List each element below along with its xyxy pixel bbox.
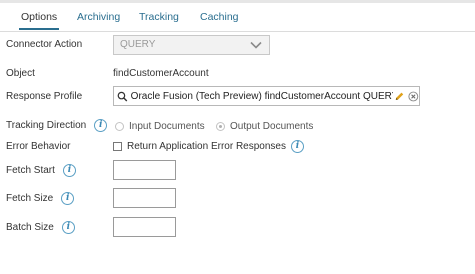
connector-action-label: Connector Action: [6, 39, 82, 50]
chevron-down-icon: [250, 41, 262, 49]
fetch-start-label: Fetch Start i: [6, 164, 76, 177]
fetch-start-label-text: Fetch Start: [6, 165, 55, 176]
info-icon[interactable]: i: [62, 164, 76, 177]
error-behavior-label-text: Error Behavior: [6, 141, 71, 152]
error-behavior-label: Error Behavior: [6, 141, 70, 152]
fetch-size-label-text: Fetch Size: [6, 193, 54, 204]
tab-bar: Options Archiving Tracking Caching: [0, 3, 475, 32]
info-icon[interactable]: i: [94, 119, 108, 132]
tab-archiving[interactable]: Archiving: [77, 3, 120, 31]
fetch-size-label: Fetch Size i: [6, 192, 75, 205]
tracking-direction-label-text: Tracking Direction: [6, 120, 87, 131]
info-icon[interactable]: i: [290, 140, 304, 153]
batch-size-label-text: Batch Size: [6, 222, 54, 233]
return-error-responses-label: Return Application Error Responses: [127, 141, 286, 152]
batch-size-label: Batch Size i: [6, 221, 75, 234]
object-label-text: Object: [6, 68, 35, 79]
tracking-direction-label: Tracking Direction i: [6, 119, 108, 132]
tracking-input-option[interactable]: Input Documents: [115, 121, 205, 132]
response-profile-label-text: Response Profile: [6, 91, 83, 102]
output-documents-radio[interactable]: [216, 122, 225, 131]
tab-tracking[interactable]: Tracking: [139, 3, 179, 31]
pencil-icon[interactable]: [394, 91, 405, 102]
response-profile-value: Oracle Fusion (Tech Preview) findCustome…: [130, 90, 393, 102]
object-label: Object: [6, 68, 35, 79]
fetch-size-input[interactable]: [113, 188, 176, 208]
input-documents-radio[interactable]: [115, 122, 124, 131]
fetch-start-input[interactable]: [113, 160, 176, 180]
info-icon[interactable]: i: [61, 221, 75, 234]
object-value: findCustomerAccount: [113, 68, 209, 79]
response-profile-field[interactable]: Oracle Fusion (Tech Preview) findCustome…: [113, 86, 420, 106]
error-behavior-option[interactable]: Return Application Error Responses i: [113, 140, 304, 153]
clear-icon[interactable]: [408, 91, 419, 102]
return-error-responses-checkbox[interactable]: [113, 142, 122, 151]
info-icon[interactable]: i: [61, 192, 75, 205]
search-icon[interactable]: [117, 91, 128, 102]
input-documents-label: Input Documents: [129, 121, 205, 132]
output-documents-label: Output Documents: [230, 121, 314, 132]
tab-options[interactable]: Options: [19, 3, 60, 30]
connector-action-value: QUERY: [120, 39, 156, 50]
tracking-output-option[interactable]: Output Documents: [216, 121, 313, 132]
connector-action-label-text: Connector Action: [6, 39, 83, 50]
connector-action-select[interactable]: QUERY: [113, 35, 270, 55]
batch-size-input[interactable]: [113, 217, 176, 237]
response-profile-label: Response Profile: [6, 91, 82, 102]
tab-caching[interactable]: Caching: [200, 3, 239, 31]
